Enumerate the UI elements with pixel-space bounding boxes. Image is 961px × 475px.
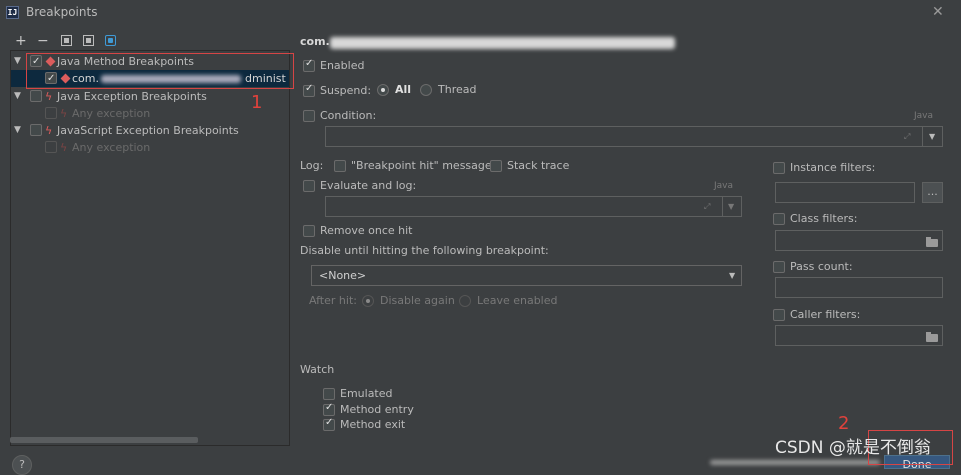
log-message-checkbox[interactable] [334, 160, 346, 172]
disable-again-label: Disable again [380, 294, 455, 307]
evaluate-log-label: Evaluate and log: [320, 179, 417, 192]
window-title: Breakpoints [26, 5, 98, 19]
tree-group-javascript-exception[interactable]: ▼ ϟ JavaScript Exception Breakpoints [11, 122, 289, 139]
breakpoints-tree[interactable]: ▼ Java Method Breakpoints com. dminist ▼… [10, 50, 290, 446]
condition-label: Condition: [320, 109, 377, 122]
csdn-watermark: CSDN @就是不倒翁 [775, 438, 931, 458]
instance-filters-input[interactable] [775, 182, 915, 203]
pass-count-checkbox[interactable] [773, 261, 785, 273]
remove-once-hit-label: Remove once hit [320, 224, 413, 237]
watch-method-exit-checkbox[interactable] [323, 417, 335, 431]
watch-emulated-checkbox[interactable] [323, 388, 335, 400]
suspend-all-radio[interactable] [377, 84, 389, 96]
item-label: Any exception [72, 107, 151, 120]
instance-filters-checkbox[interactable] [773, 162, 785, 174]
leave-enabled-radio[interactable] [459, 295, 471, 307]
watch-emulated-label: Emulated [340, 387, 393, 400]
group-checkbox[interactable] [30, 90, 42, 102]
item-checkbox[interactable] [45, 141, 57, 153]
group-by-class-icon[interactable] [105, 35, 116, 46]
suspend-all-label: All [395, 83, 412, 96]
folder-icon[interactable] [926, 237, 938, 247]
group-by-package-icon[interactable] [61, 35, 72, 46]
stack-trace-checkbox[interactable] [490, 160, 502, 172]
enabled-checkbox[interactable] [303, 58, 315, 72]
exception-bolt-icon: ϟ [45, 90, 53, 103]
remove-breakpoint-button[interactable]: − [37, 34, 49, 48]
group-label: JavaScript Exception Breakpoints [57, 124, 239, 137]
expand-arrow-icon[interactable]: ▼ [14, 88, 21, 105]
enabled-label: Enabled [320, 59, 365, 72]
condition-input[interactable]: ⤢ ▼ [325, 126, 943, 147]
disable-until-label: Disable until hitting the following brea… [300, 244, 549, 257]
help-button[interactable]: ? [12, 455, 32, 475]
expand-arrow-icon[interactable]: ▼ [14, 53, 21, 70]
suspend-label: Suspend: [320, 84, 372, 97]
instance-filters-browse-button[interactable]: ... [922, 182, 943, 203]
exception-bolt-icon: ϟ [60, 107, 68, 120]
instance-filters-label: Instance filters: [790, 161, 876, 174]
condition-language: Java [914, 111, 934, 121]
leave-enabled-label: Leave enabled [477, 294, 558, 307]
chevron-down-icon[interactable]: ▼ [729, 271, 735, 280]
close-icon[interactable]: ✕ [932, 4, 944, 20]
evaluate-log-checkbox[interactable] [303, 180, 315, 192]
redacted-footer-text [710, 460, 880, 465]
tree-group-java-exception[interactable]: ▼ ϟ Java Exception Breakpoints [11, 88, 289, 105]
stack-trace-label: Stack trace [507, 159, 570, 172]
log-message-label: "Breakpoint hit" message [351, 159, 492, 172]
suspend-checkbox[interactable] [303, 83, 315, 97]
expand-arrow-icon[interactable]: ▼ [14, 122, 21, 139]
suspend-thread-radio[interactable] [420, 84, 432, 96]
pass-count-label: Pass count: [790, 260, 853, 273]
redacted-title [330, 37, 675, 49]
tree-item-any-exception[interactable]: ϟ Any exception [11, 139, 289, 156]
watch-method-exit-label: Method exit [340, 418, 406, 431]
caller-filters-label: Caller filters: [790, 308, 861, 321]
add-breakpoint-button[interactable]: + [15, 34, 27, 48]
annotation-number-1: 1 [251, 92, 263, 113]
exception-bolt-icon: ϟ [60, 141, 68, 154]
language-dropdown-icon[interactable]: ▼ [929, 132, 935, 141]
title-bar: IJ Breakpoints ✕ [0, 0, 961, 26]
class-filters-label: Class filters: [790, 212, 858, 225]
disable-until-select[interactable]: <None> ▼ [311, 265, 742, 286]
tree-horizontal-scrollbar[interactable] [10, 437, 198, 443]
disable-again-radio[interactable] [362, 295, 374, 307]
watch-method-entry-label: Method entry [340, 403, 414, 416]
annotation-box-1 [26, 53, 294, 89]
disable-until-value: <None> [319, 269, 367, 282]
after-hit-label: After hit: [309, 294, 357, 307]
pass-count-input[interactable] [775, 277, 943, 298]
item-label: Any exception [72, 141, 151, 154]
expand-editor-icon[interactable]: ⤢ [904, 132, 910, 142]
intellij-app-icon: IJ [6, 6, 19, 19]
evaluate-language: Java [714, 181, 734, 191]
class-filters-checkbox[interactable] [773, 213, 785, 225]
remove-once-hit-checkbox[interactable] [303, 225, 315, 237]
group-checkbox[interactable] [30, 124, 42, 136]
language-dropdown-icon[interactable]: ▼ [728, 202, 734, 211]
expand-editor-icon[interactable]: ⤢ [704, 202, 710, 212]
folder-icon[interactable] [926, 332, 938, 342]
annotation-number-2: 2 [838, 413, 850, 434]
group-by-file-icon[interactable] [83, 35, 94, 46]
evaluate-log-input[interactable]: ⤢ ▼ [325, 196, 742, 217]
exception-bolt-icon: ϟ [45, 124, 53, 137]
group-label: Java Exception Breakpoints [57, 90, 207, 103]
log-label: Log: [300, 159, 324, 172]
condition-checkbox[interactable] [303, 110, 315, 122]
suspend-thread-label: Thread [438, 83, 477, 96]
item-checkbox[interactable] [45, 107, 57, 119]
watch-method-entry-checkbox[interactable] [323, 402, 335, 416]
tree-item-any-exception[interactable]: ϟ Any exception [11, 105, 289, 122]
breakpoint-title-prefix: com. [300, 35, 330, 48]
caller-filters-input[interactable] [775, 325, 943, 346]
watch-section-title: Watch [300, 363, 335, 376]
class-filters-input[interactable] [775, 230, 943, 251]
caller-filters-checkbox[interactable] [773, 309, 785, 321]
